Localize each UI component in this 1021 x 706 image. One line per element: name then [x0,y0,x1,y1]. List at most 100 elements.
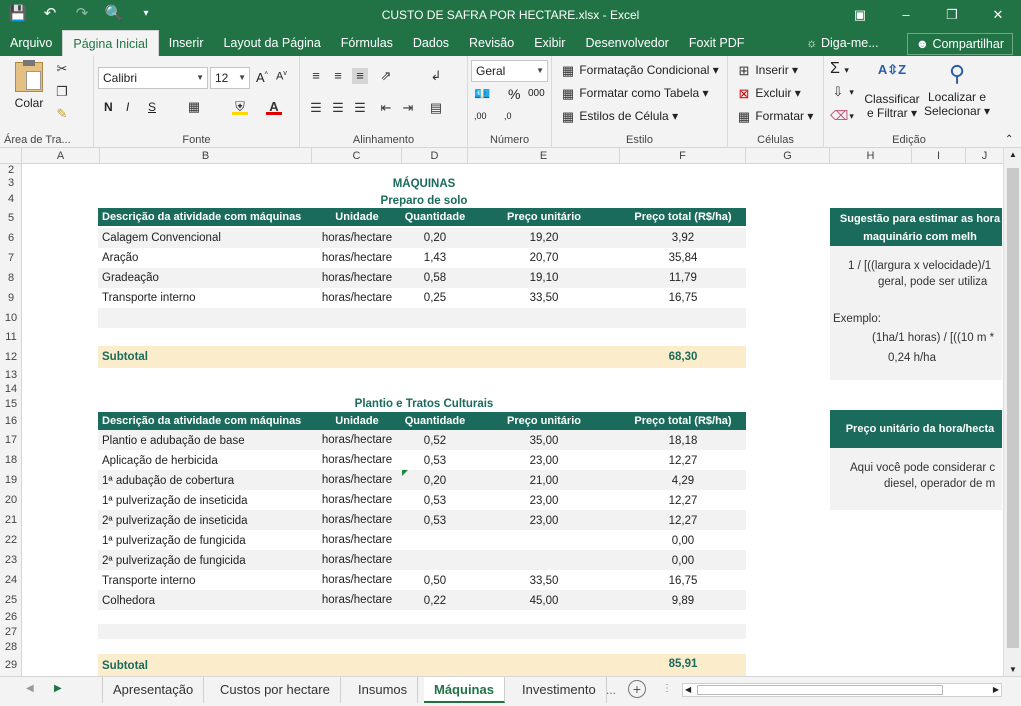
next-sheet-icon[interactable]: ▶ [54,683,62,694]
row-header[interactable]: 15 [0,396,21,412]
align-left-button[interactable]: ☰ [308,100,324,116]
borders-button[interactable]: ▦ [186,99,202,115]
row-header[interactable]: 27 [0,624,21,640]
tell-me-box[interactable]: ☼ Diga-me... [806,30,879,56]
accounting-button[interactable]: 💶 [474,86,490,102]
cell-styles-button[interactable]: ▦ Estilos de Célula ▾ [560,109,678,125]
row-header[interactable]: 4 [0,190,21,208]
tab-inserir[interactable]: Inserir [159,30,214,56]
sheet-tab-apresentacao[interactable]: Apresentação [102,677,205,703]
insert-cells-button[interactable]: ⊞ Inserir ▾ [736,63,799,79]
increase-indent-button[interactable]: ⇥ [400,100,416,116]
row-header[interactable]: 25 [0,590,21,610]
font-color-button[interactable]: A [266,99,282,115]
format-as-table-button[interactable]: ▦ Formatar como Tabela ▾ [560,86,709,102]
column-header[interactable]: I [912,148,966,164]
scroll-right-icon[interactable]: ▶ [993,684,999,696]
fill-color-button[interactable]: ⛨ [232,99,248,115]
close-icon[interactable]: ✕ [975,0,1021,30]
scroll-thumb[interactable] [1007,168,1019,648]
row-header[interactable]: 18 [0,450,21,470]
tab-exibir[interactable]: Exibir [524,30,575,56]
align-bottom-button[interactable]: ≡ [352,68,368,84]
align-center-button[interactable]: ☰ [330,100,346,116]
italic-button[interactable]: I [126,100,129,114]
column-header[interactable]: D [402,148,468,164]
row-header[interactable]: 10 [0,308,21,328]
tab-dados[interactable]: Dados [403,30,459,56]
worksheet-grid[interactable]: MÁQUINAS Preparo de solo Descrição da at… [22,164,1002,676]
tab-layout[interactable]: Layout da Página [213,30,330,56]
align-top-button[interactable]: ≡ [308,68,324,84]
row-header[interactable]: 24 [0,570,21,590]
row-header[interactable]: 17 [0,430,21,450]
column-header[interactable]: A [22,148,100,164]
sheet-tab-investimento[interactable]: Investimento [512,677,607,703]
column-header[interactable]: G [746,148,830,164]
autosum-button[interactable]: Σ ▾ [830,60,849,78]
orientation-button[interactable]: ⇗ [378,68,394,84]
conditional-formatting-button[interactable]: ▦ Formatação Condicional ▾ [560,63,719,79]
grow-font-button[interactable]: A^ [256,70,268,85]
font-name-select[interactable]: Calibri ▼ [98,67,208,89]
row-header[interactable]: 6 [0,228,21,248]
bold-button[interactable]: N [104,100,113,114]
scroll-up-icon[interactable]: ▲ [1004,150,1021,159]
column-header[interactable]: B [100,148,312,164]
minimize-icon[interactable]: – [883,0,929,30]
row-header[interactable]: 2 [0,164,21,176]
column-header[interactable]: H [830,148,912,164]
select-all-corner[interactable] [0,148,22,164]
column-header[interactable]: J [966,148,1004,164]
sheet-tab-insumos[interactable]: Insumos [348,677,419,703]
scroll-down-icon[interactable]: ▼ [1004,665,1021,674]
row-header[interactable]: 14 [0,382,21,396]
column-header[interactable]: E [468,148,620,164]
row-header[interactable]: 26 [0,610,21,624]
prev-sheet-icon[interactable]: ◀ [26,683,34,694]
sheet-tab-maquinas[interactable]: Máquinas [424,677,505,703]
format-cells-button[interactable]: ▦ Formatar ▾ [736,109,814,125]
row-header[interactable]: 28 [0,640,21,654]
cut-button[interactable]: ✂ [54,61,70,77]
merge-center-button[interactable]: ▤ [428,100,444,116]
split-handle-icon[interactable]: ⋮ [662,683,672,694]
sheet-tabs-more-icon[interactable]: ... [606,683,616,697]
delete-cells-button[interactable]: ⊠ Excluir ▾ [736,86,801,102]
wrap-text-button[interactable]: ↲ [428,68,444,84]
row-header[interactable]: 19 [0,470,21,490]
ribbon-display-icon[interactable]: ▣ [837,0,883,30]
increase-decimal-button[interactable]: ,00 [474,111,487,121]
vertical-scrollbar[interactable]: ▲ ▼ [1003,148,1021,676]
percent-button[interactable]: % [508,86,520,102]
paste-button[interactable]: Colar [12,60,46,110]
column-header[interactable]: C [312,148,402,164]
collapse-ribbon-button[interactable]: ⌃ [1005,134,1013,145]
font-size-select[interactable]: 12 ▼ [210,67,250,89]
shrink-font-button[interactable]: Av [276,70,287,83]
row-header[interactable]: 22 [0,530,21,550]
add-sheet-icon[interactable]: + [628,680,646,698]
tab-revisao[interactable]: Revisão [459,30,524,56]
restore-icon[interactable]: ❐ [929,0,975,30]
number-format-select[interactable]: Geral ▼ [471,60,548,82]
sheet-tab-custos[interactable]: Custos por hectare [210,677,341,703]
row-header[interactable]: 23 [0,550,21,570]
align-middle-button[interactable]: ≡ [330,68,346,84]
row-header[interactable]: 16 [0,412,21,430]
clear-button[interactable]: ⌫ ▾ [830,108,854,124]
decrease-indent-button[interactable]: ⇤ [378,100,394,116]
horizontal-scrollbar[interactable]: ◀ ▶ [682,683,1002,697]
row-header[interactable]: 5 [0,208,21,228]
row-header[interactable]: 21 [0,510,21,530]
row-header[interactable]: 13 [0,368,21,382]
thousands-button[interactable]: 000 [528,88,545,99]
sort-filter-button[interactable]: A⇳Z Classificar e Filtrar ▾ [864,62,920,120]
tab-formulas[interactable]: Fórmulas [331,30,403,56]
row-header[interactable]: 11 [0,328,21,346]
decrease-decimal-button[interactable]: ,0 [504,111,512,121]
copy-button[interactable]: ❐ [54,84,70,100]
share-button[interactable]: ☻ Compartilhar [906,33,1013,55]
underline-button[interactable]: S [148,100,156,114]
row-header[interactable]: 20 [0,490,21,510]
